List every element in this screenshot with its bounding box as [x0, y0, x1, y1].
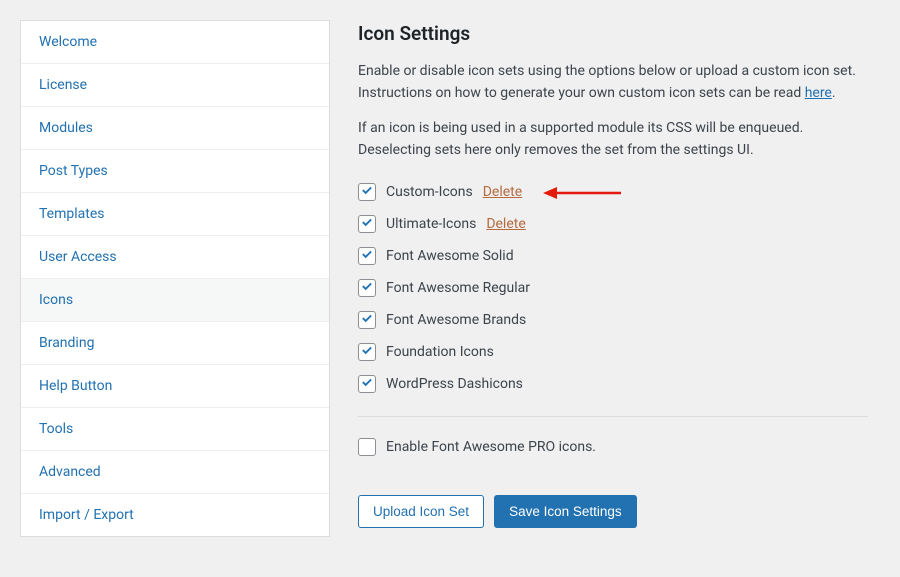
settings-sidebar: WelcomeLicenseModulesPost TypesTemplates… — [20, 20, 330, 537]
sidebar-item-post-types[interactable]: Post Types — [21, 150, 329, 193]
check-icon — [360, 281, 374, 295]
icon-set-checkbox[interactable] — [358, 279, 376, 297]
check-icon — [360, 249, 374, 263]
sidebar-item-modules[interactable]: Modules — [21, 107, 329, 150]
sidebar-item-welcome[interactable]: Welcome — [21, 21, 329, 64]
icon-set-row: WordPress Dashicons — [358, 368, 880, 400]
icon-set-checkbox[interactable] — [358, 215, 376, 233]
icon-set-row: Font Awesome Brands — [358, 304, 880, 336]
icon-set-label: Custom-Icons — [386, 184, 473, 200]
intro-paragraph-1: Enable or disable icon sets using the op… — [358, 61, 878, 104]
icon-set-label: Font Awesome Regular — [386, 280, 530, 296]
pro-toggle-row: Enable Font Awesome PRO icons. — [358, 431, 880, 463]
check-icon — [360, 345, 374, 359]
annotation-arrow — [543, 184, 623, 202]
sidebar-item-import-export[interactable]: Import / Export — [21, 494, 329, 536]
icon-set-row: Font Awesome Regular — [358, 272, 880, 304]
pro-checkbox[interactable] — [358, 438, 376, 456]
check-icon — [360, 185, 374, 199]
intro-text-post: . — [832, 85, 836, 101]
sidebar-item-templates[interactable]: Templates — [21, 193, 329, 236]
sidebar-item-help-button[interactable]: Help Button — [21, 365, 329, 408]
icon-set-row: Ultimate-Icons Delete — [358, 208, 880, 240]
save-icon-settings-button[interactable]: Save Icon Settings — [494, 495, 637, 528]
icon-set-checkbox[interactable] — [358, 375, 376, 393]
settings-content: Icon Settings Enable or disable icon set… — [358, 20, 880, 537]
icon-set-label: Font Awesome Brands — [386, 312, 526, 328]
intro-text-pre: Enable or disable icon sets using the op… — [358, 63, 856, 101]
upload-icon-set-button[interactable]: Upload Icon Set — [358, 495, 484, 528]
pro-label: Enable Font Awesome PRO icons. — [386, 439, 596, 455]
sidebar-item-advanced[interactable]: Advanced — [21, 451, 329, 494]
sidebar-item-license[interactable]: License — [21, 64, 329, 107]
delete-icon-set-link[interactable]: Delete — [483, 184, 522, 200]
icon-set-checkbox[interactable] — [358, 247, 376, 265]
icon-set-row: Font Awesome Solid — [358, 240, 880, 272]
sidebar-item-user-access[interactable]: User Access — [21, 236, 329, 279]
icon-set-checkbox[interactable] — [358, 311, 376, 329]
sidebar-item-tools[interactable]: Tools — [21, 408, 329, 451]
instructions-link[interactable]: here — [805, 85, 832, 101]
check-icon — [360, 217, 374, 231]
icon-set-checkbox[interactable] — [358, 183, 376, 201]
sidebar-item-branding[interactable]: Branding — [21, 322, 329, 365]
icon-set-label: Font Awesome Solid — [386, 248, 514, 264]
separator — [358, 416, 868, 417]
icon-set-label: Ultimate-Icons — [386, 216, 476, 232]
check-icon — [360, 377, 374, 391]
sidebar-item-icons[interactable]: Icons — [21, 279, 329, 322]
action-buttons: Upload Icon Set Save Icon Settings — [358, 495, 880, 528]
check-icon — [360, 313, 374, 327]
icon-set-label: Foundation Icons — [386, 344, 494, 360]
delete-icon-set-link[interactable]: Delete — [486, 216, 525, 232]
icon-set-row: Foundation Icons — [358, 336, 880, 368]
icon-set-checkbox[interactable] — [358, 343, 376, 361]
icon-set-list: Custom-Icons Delete Ultimate-Icons Delete Fo… — [358, 176, 880, 400]
page-title: Icon Settings — [358, 22, 880, 45]
icon-set-label: WordPress Dashicons — [386, 376, 523, 392]
intro-paragraph-2: If an icon is being used in a supported … — [358, 118, 878, 161]
